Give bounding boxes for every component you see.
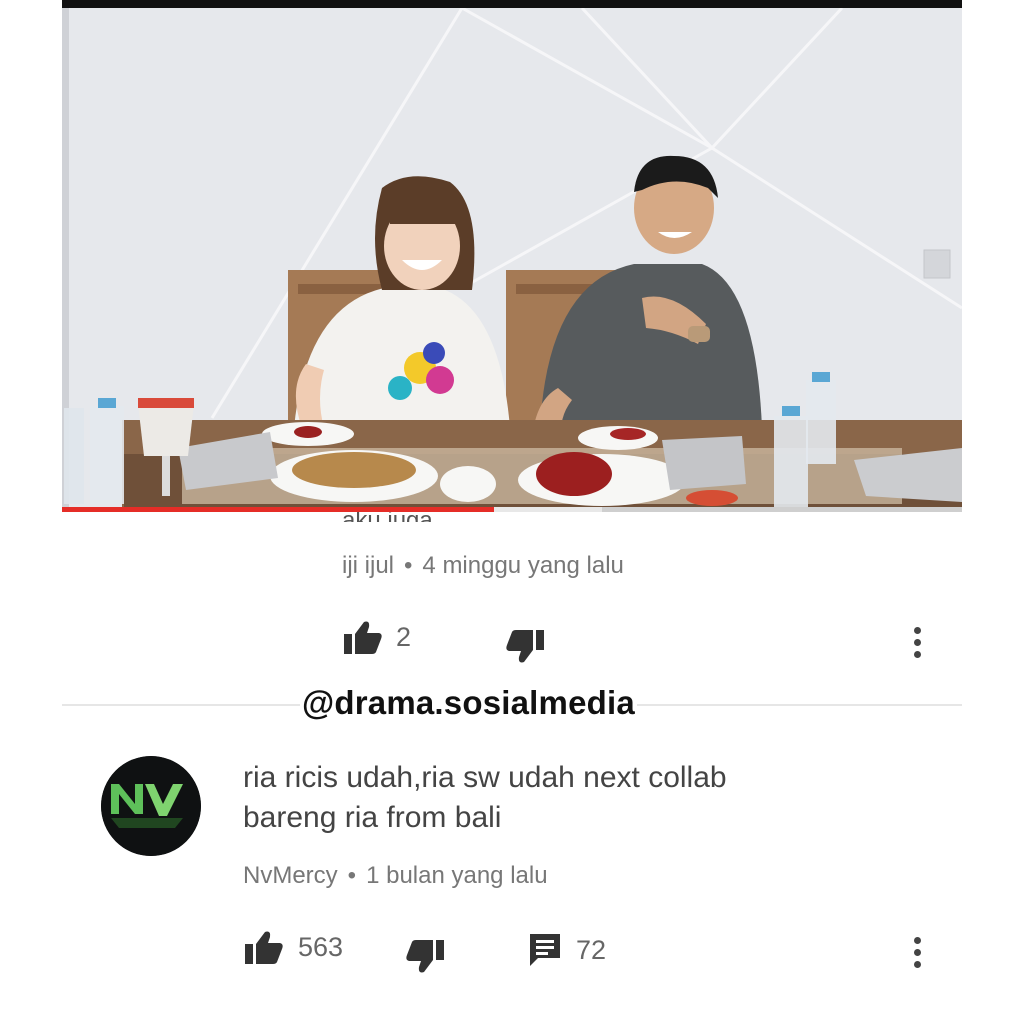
- comment-icon: [530, 934, 560, 966]
- prev-more-button[interactable]: [914, 627, 924, 663]
- video-top-bar: [62, 0, 962, 8]
- more-vert-icon: [914, 937, 924, 968]
- more-button[interactable]: [914, 937, 924, 973]
- prev-comment-time: 4 minggu yang lalu: [422, 552, 624, 579]
- prev-like-button[interactable]: 2: [344, 620, 411, 654]
- reply-button[interactable]: 72: [528, 932, 606, 968]
- like-button[interactable]: 563: [244, 930, 343, 964]
- comment-text-line-1: ria ricis udah,ria sw udah next collab: [243, 761, 727, 794]
- like-count: 563: [298, 931, 344, 962]
- prev-like-count: 2: [396, 621, 412, 652]
- comment-meta: NvMercy • 1 bulan yang lalu: [243, 862, 548, 889]
- reply-count: 72: [576, 934, 607, 965]
- thumb-down-icon: [506, 630, 544, 663]
- comment-time: 1 bulan yang lalu: [366, 862, 548, 889]
- video-player[interactable]: [62, 0, 962, 512]
- comment-author[interactable]: NvMercy: [243, 862, 338, 889]
- video-frame-image: [62, 8, 962, 512]
- prev-comment-author[interactable]: iji ijul: [342, 552, 394, 579]
- comment-text-line-2: bareng ria from bali: [243, 801, 502, 834]
- prev-dislike-button[interactable]: [506, 630, 544, 664]
- nv-logo-icon: [101, 756, 201, 856]
- video-progress-bar[interactable]: [62, 507, 962, 512]
- dislike-button[interactable]: [406, 940, 444, 974]
- thumb-up-icon: [245, 931, 283, 964]
- comment-text: ria ricis udah,ria sw udah next collab b…: [243, 758, 727, 838]
- progress-played: [62, 507, 494, 512]
- watermark-text: @drama.sosialmedia: [300, 684, 637, 722]
- avatar[interactable]: [101, 756, 201, 856]
- progress-buffered: [494, 507, 602, 512]
- thumb-up-icon: [344, 621, 382, 654]
- prev-comment-meta: iji ijul • 4 minggu yang lalu: [342, 552, 624, 579]
- more-vert-icon: [914, 627, 924, 658]
- thumb-down-icon: [406, 940, 444, 973]
